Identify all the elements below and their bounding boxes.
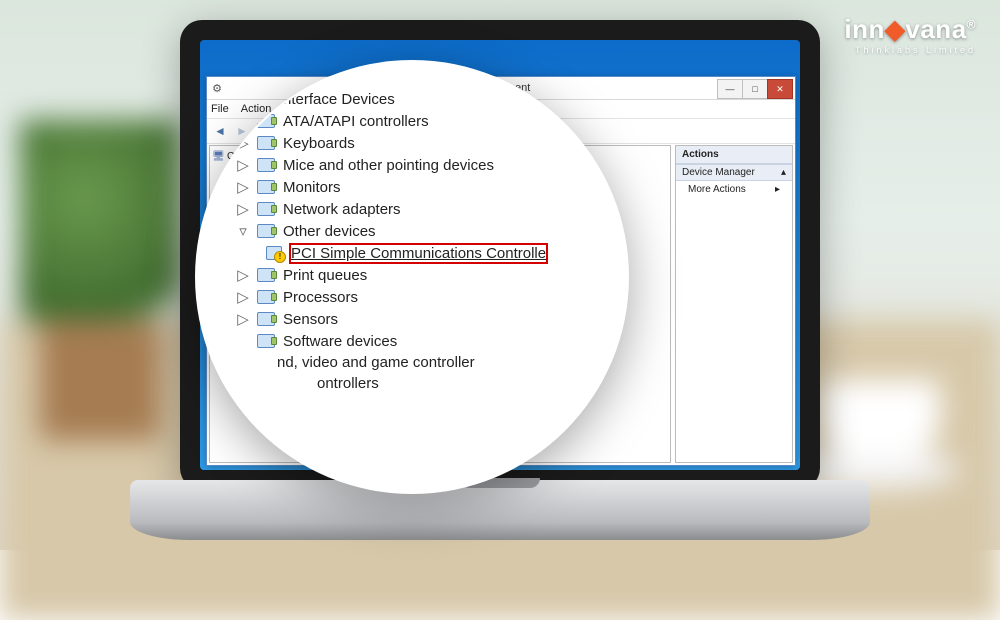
menu-file[interactable]: File [211,103,229,115]
close-button[interactable]: ✕ [767,79,793,99]
warning-icon [266,246,282,260]
actions-more[interactable]: More Actions▸ [676,181,792,198]
cat-other-devices[interactable]: ▿Other devices [237,220,607,242]
device-list: ▷nterface Devices ▷ATA/ATAPI controllers… [237,88,607,472]
back-icon[interactable]: ◄ [211,122,229,140]
cat-software-devices[interactable]: Software devices [237,330,607,352]
minimize-button[interactable]: — [717,79,743,99]
cat-keyboards[interactable]: ▷Keyboards [237,132,607,154]
cat-controllers-partial[interactable]: ontrollers [237,373,607,394]
cat-interface-devices[interactable]: ▷nterface Devices [237,88,607,110]
device-label-highlighted: PCI Simple Communications Controlle [291,245,546,262]
cat-monitors[interactable]: ▷Monitors [237,176,607,198]
actions-section[interactable]: Device Manager▴ [676,164,792,181]
maximize-button[interactable]: □ [742,79,768,99]
cat-sensors[interactable]: ▷Sensors [237,308,607,330]
actions-header: Actions [676,146,792,164]
cat-processors[interactable]: ▷Processors [237,286,607,308]
actions-pane: Actions Device Manager▴ More Actions▸ [675,145,793,463]
app-icon: ⚙ [207,82,227,95]
device-pci-simple-comm[interactable]: PCI Simple Communications Controlle [237,242,607,264]
magnifier-lens: ▷nterface Devices ▷ATA/ATAPI controllers… [195,60,629,494]
cat-network-adapters[interactable]: ▷Network adapters [237,198,607,220]
cat-print-queues[interactable]: ▷Print queues [237,264,607,286]
cat-sound-video-game[interactable]: nd, video and game controller [237,352,607,373]
laptop-base [130,480,870,540]
cat-ata-atapi[interactable]: ▷ATA/ATAPI controllers [237,110,607,132]
cat-mice[interactable]: ▷Mice and other pointing devices [237,154,607,176]
